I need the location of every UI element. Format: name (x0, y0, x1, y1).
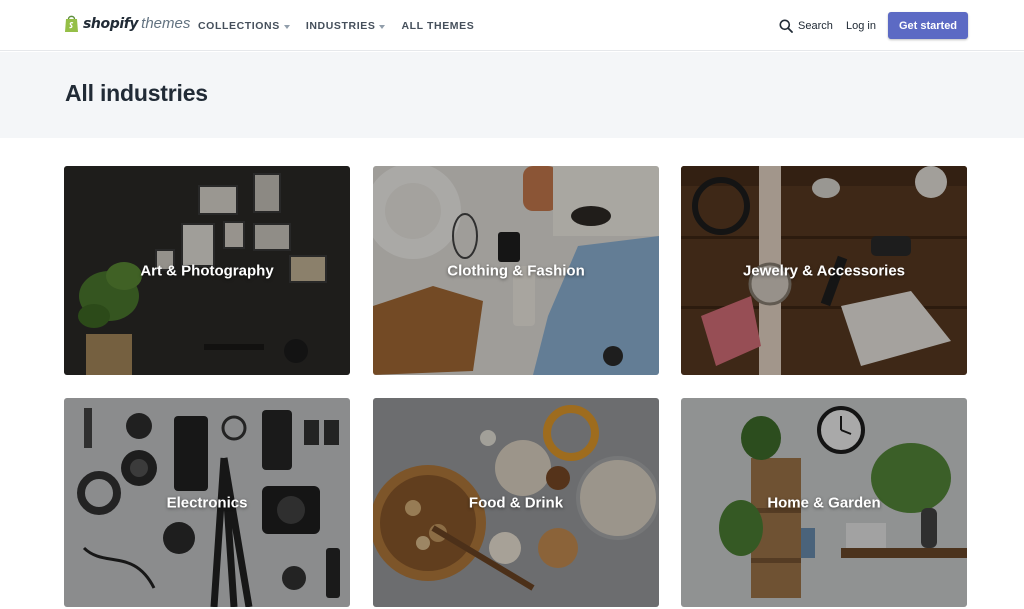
industry-card-art-photography[interactable]: Art & Photography (64, 166, 350, 375)
logo-wordmark: shopify (83, 15, 139, 32)
nav-industries[interactable]: INDUSTRIES (306, 20, 386, 32)
industry-card-jewelry-accessories[interactable]: Jewelry & Accessories (681, 166, 967, 375)
industry-card-label: Home & Garden (767, 494, 881, 511)
page-title-band: All industries (0, 52, 1024, 138)
industry-card-electronics[interactable]: Electronics (64, 398, 350, 607)
industry-card-label: Art & Photography (140, 262, 274, 279)
industry-card-label: Clothing & Fashion (447, 262, 585, 279)
logo-suffix: themes (141, 15, 191, 32)
nav-collections-label: COLLECTIONS (198, 20, 280, 32)
industry-card-label: Electronics (166, 494, 248, 511)
chevron-down-icon (283, 24, 290, 29)
main-nav: COLLECTIONS INDUSTRIES ALL THEMES (198, 20, 474, 32)
login-link[interactable]: Log in (846, 20, 876, 32)
nav-all-themes[interactable]: ALL THEMES (401, 20, 474, 32)
shopify-bag-icon (65, 15, 78, 32)
nav-collections[interactable]: COLLECTIONS (198, 20, 290, 32)
nav-all-themes-label: ALL THEMES (401, 20, 475, 32)
site-header: shopify themes COLLECTIONS INDUSTRIES AL… (0, 0, 1024, 51)
shopify-themes-logo[interactable]: shopify themes (64, 14, 190, 33)
search-button[interactable]: Search (779, 19, 833, 33)
industry-card-food-drink[interactable]: Food & Drink (373, 398, 659, 607)
get-started-button[interactable]: Get started (888, 12, 968, 39)
search-label: Search (798, 20, 833, 32)
chevron-down-icon (379, 24, 386, 29)
industry-card-clothing-fashion[interactable]: Clothing & Fashion (373, 166, 659, 375)
search-icon (779, 19, 793, 33)
industry-card-label: Food & Drink (468, 494, 564, 511)
nav-industries-label: INDUSTRIES (305, 20, 376, 32)
page-title: All industries (65, 80, 208, 106)
industry-card-home-garden[interactable]: Home & Garden (681, 398, 967, 607)
industry-card-label: Jewelry & Accessories (742, 262, 906, 279)
